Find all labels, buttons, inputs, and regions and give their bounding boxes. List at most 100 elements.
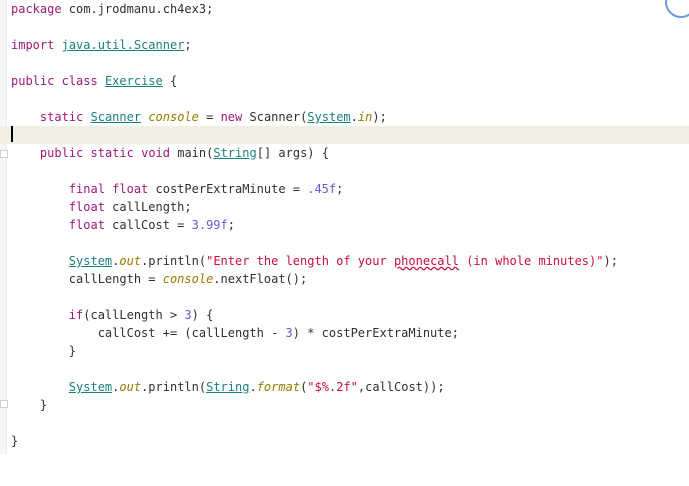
code-line[interactable]: static Scanner console = new Scanner(Sys…	[0, 108, 689, 126]
code-text: }	[11, 434, 19, 448]
code-text: ;	[227, 218, 235, 232]
code-text: );	[603, 254, 618, 268]
field-name: out	[119, 254, 142, 268]
code-text: .	[249, 380, 257, 394]
method-name: format	[256, 380, 301, 394]
code-line[interactable]: public class Exercise {	[0, 72, 689, 90]
field-name: out	[119, 380, 142, 394]
code-text: Scanner(	[242, 110, 308, 124]
string-literal: "$%.2f"	[307, 380, 358, 394]
code-line[interactable]: System.out.println(String.format("$%.2f"…	[0, 378, 689, 396]
code-text: .	[350, 110, 358, 124]
code-line[interactable]: final float costPerExtraMinute = .45f;	[0, 180, 689, 198]
keyword: final	[68, 182, 105, 196]
keyword: void	[141, 146, 170, 160]
code-text: }	[39, 398, 48, 412]
code-text: ,callCost));	[357, 380, 445, 394]
code-text: =	[198, 110, 221, 124]
code-text: costPerExtraMinute =	[148, 182, 308, 196]
code-line[interactable]: if(callLength > 3) {	[0, 306, 689, 324]
code-text: ) * costPerExtraMinute;	[292, 326, 459, 340]
class-name[interactable]: String	[213, 146, 256, 160]
code-editor[interactable]: package com.jrodmanu.ch4ex3; import java…	[0, 0, 689, 454]
code-text: ) {	[191, 308, 214, 322]
code-text: .println(	[141, 380, 207, 394]
text-caret	[11, 126, 13, 142]
number-literal: 3	[285, 326, 293, 340]
class-name[interactable]: System	[69, 254, 112, 268]
code-text: {	[162, 74, 178, 88]
code-line[interactable]: }	[0, 432, 689, 450]
class-name[interactable]: Scanner	[91, 110, 142, 124]
keyword: package	[11, 2, 62, 16]
keyword: public	[11, 74, 55, 88]
field-name: console	[162, 272, 214, 286]
number-literal: 3.99f	[191, 218, 228, 232]
code-line[interactable]: public static void main(String[] args) {	[0, 144, 689, 162]
code-line[interactable]: float callLength;	[0, 198, 689, 216]
keyword: import	[11, 38, 55, 52]
code-line[interactable]: callCost += (callLength - 3) * costPerEx…	[0, 324, 689, 342]
code-text: .nextFloat();	[213, 272, 308, 286]
code-line[interactable]: callLength = console.nextFloat();	[0, 270, 689, 288]
code-text: );	[372, 110, 387, 124]
class-name[interactable]: System	[69, 380, 112, 394]
import-path[interactable]: java.util.Scanner	[62, 38, 185, 52]
number-literal: 3	[184, 308, 192, 322]
code-text: [] args) {	[256, 146, 329, 160]
code-text: }	[68, 344, 77, 358]
code-text: callCost += (callLength -	[97, 326, 286, 340]
code-line[interactable]: import java.util.Scanner;	[0, 36, 689, 54]
current-line[interactable]	[0, 126, 689, 144]
field-name: in	[357, 110, 373, 124]
code-line[interactable]: }	[0, 342, 689, 360]
keyword: static	[39, 110, 84, 124]
code-text: .println(	[141, 254, 207, 268]
spelling-typo[interactable]: phonecall	[394, 254, 459, 268]
code-text: ;	[336, 182, 344, 196]
number-literal: .45f	[307, 182, 337, 196]
class-name[interactable]: String	[206, 380, 249, 394]
code-text: com.jrodmanu.ch4ex3;	[61, 2, 214, 16]
field-name: console	[148, 110, 199, 124]
code-line[interactable]: System.out.println("Enter the length of …	[0, 252, 689, 270]
code-text: callLength =	[68, 272, 163, 286]
keyword: new	[220, 110, 243, 124]
keyword: class	[61, 74, 98, 88]
keyword: if	[68, 308, 84, 322]
keyword: float	[68, 200, 105, 214]
code-text: main(	[170, 146, 214, 160]
code-line[interactable]: float callCost = 3.99f;	[0, 216, 689, 234]
keyword: float	[112, 182, 149, 196]
keyword: float	[68, 218, 105, 232]
code-line[interactable]: package com.jrodmanu.ch4ex3;	[0, 0, 689, 18]
code-text: (callLength >	[83, 308, 185, 322]
code-text: callCost =	[104, 218, 192, 232]
code-text: ;	[184, 38, 192, 52]
string-literal: "Enter the length of your	[206, 254, 394, 268]
class-name[interactable]: System	[307, 110, 350, 124]
class-name[interactable]: Exercise	[105, 74, 163, 88]
code-line[interactable]: }	[0, 396, 689, 414]
keyword: public	[39, 146, 84, 160]
code-text: callLength;	[104, 200, 192, 214]
string-literal: (in whole minutes)"	[458, 254, 604, 268]
keyword: static	[90, 146, 134, 160]
